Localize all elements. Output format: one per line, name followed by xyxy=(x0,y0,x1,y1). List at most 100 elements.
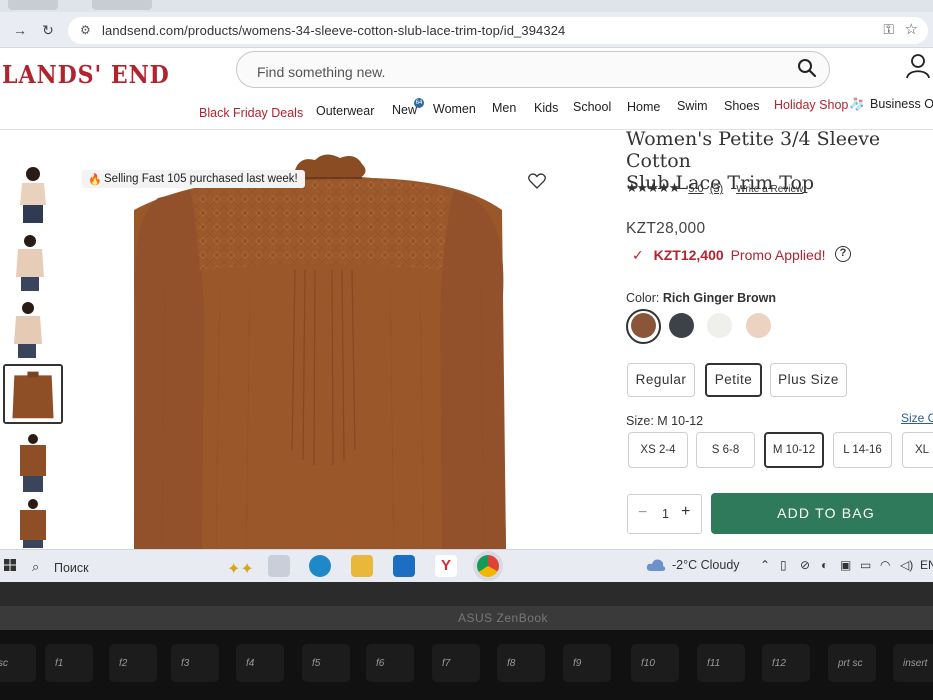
size-xs-button[interactable]: XS 2-4 xyxy=(628,432,688,468)
laptop-screen: → ↻ ⚙ landsend.com/products/womens-34-sl… xyxy=(0,0,933,582)
key-f1: f1 xyxy=(45,644,93,682)
cloud-icon xyxy=(646,559,666,571)
swatch-navy[interactable] xyxy=(669,313,694,338)
nav-item-holiday-shop[interactable]: Holiday Shop xyxy=(774,98,848,112)
weather-text[interactable]: -2°C Cloudy xyxy=(672,558,740,572)
size-xl-button[interactable]: XL xyxy=(902,432,933,468)
color-label-prefix: Color: xyxy=(626,291,660,305)
thumbnail-6[interactable] xyxy=(0,498,60,548)
key-f8: f8 xyxy=(497,644,545,682)
main-product-image[interactable] xyxy=(70,150,580,550)
browser-tab-strip xyxy=(0,0,933,12)
nav-item-swim[interactable]: Swim xyxy=(677,99,708,113)
nav-item-men[interactable]: Men xyxy=(492,101,516,115)
wishlist-heart-icon[interactable] xyxy=(528,173,546,189)
chrome-icon[interactable] xyxy=(477,555,499,577)
password-key-icon[interactable]: ⚿ xyxy=(883,21,894,38)
forward-arrow-icon[interactable]: → xyxy=(12,22,28,38)
thumbnail-1[interactable] xyxy=(0,163,60,223)
key-f10: f10 xyxy=(631,644,679,682)
sparkle-icon[interactable]: ✦✦ xyxy=(227,559,254,579)
tray-mute-icon[interactable]: ⊘ xyxy=(800,558,810,572)
site-info-icon[interactable]: ⚙ xyxy=(80,23,91,37)
quantity-value[interactable]: 1 xyxy=(662,507,669,521)
size-l-button[interactable]: L 14-16 xyxy=(833,432,892,468)
bookmark-star-icon[interactable]: ☆ xyxy=(905,20,918,38)
tray-app-icon[interactable]: ▣ xyxy=(840,558,851,572)
browser-tab[interactable] xyxy=(92,0,152,10)
taskbar-search[interactable]: ⌕ Поиск ✦✦ xyxy=(22,554,254,580)
thumbnail-3[interactable] xyxy=(0,298,60,358)
browser-address-bar: → ↻ ⚙ landsend.com/products/womens-34-sl… xyxy=(0,12,933,48)
key-f5: f5 xyxy=(302,644,350,682)
nav-item-home[interactable]: Home xyxy=(627,100,660,114)
nav-item-outerwear[interactable]: Outerwear xyxy=(316,104,374,118)
url-text[interactable]: landsend.com/products/womens-34-sleeve-c… xyxy=(102,23,565,38)
product-title-line-1: Women's Petite 3/4 Sleeve Cotton xyxy=(626,128,881,172)
wifi-icon[interactable]: ◠ xyxy=(880,558,890,572)
stocking-icon: 🧦 xyxy=(849,97,865,111)
yandex-icon[interactable]: Y xyxy=(435,555,457,577)
rating-value[interactable]: 5.0 xyxy=(688,183,703,195)
photo-of-laptop-screen: → ↻ ⚙ landsend.com/products/womens-34-sl… xyxy=(0,0,933,700)
taskbar-search-text[interactable]: Поиск xyxy=(54,561,89,575)
nav-item-black-friday[interactable]: Black Friday Deals xyxy=(199,106,303,120)
tray-device-icon[interactable]: ▯ xyxy=(780,558,787,572)
size-s-button[interactable]: S 6-8 xyxy=(696,432,755,468)
thumbnail-4-selected[interactable] xyxy=(3,364,63,424)
windows-start-icon[interactable] xyxy=(4,559,16,571)
battery-icon[interactable]: ▭ xyxy=(860,558,871,572)
promo-price: KZT12,400 xyxy=(653,247,724,263)
write-review-link[interactable]: Write a Review xyxy=(736,184,803,195)
account-icon[interactable] xyxy=(906,53,930,79)
swatch-blush[interactable] xyxy=(746,313,771,338)
size-chart-link[interactable]: Size C xyxy=(901,411,933,425)
size-label-prefix: Size: xyxy=(626,414,654,428)
new-count-badge: 64 xyxy=(414,98,424,108)
size-m-button[interactable]: M 10-12 xyxy=(764,432,824,468)
fit-petite-button[interactable]: Petite xyxy=(705,363,762,397)
promo-price-row: ✓ KZT12,400 Promo Applied! xyxy=(632,247,826,264)
swatch-ivory[interactable] xyxy=(707,313,732,338)
nav-item-women[interactable]: Women xyxy=(433,102,476,116)
key-f7: f7 xyxy=(432,644,480,682)
nav-item-business[interactable]: Business Ou xyxy=(870,97,933,111)
fit-regular-button[interactable]: Regular xyxy=(627,363,695,397)
nav-item-school[interactable]: School xyxy=(573,100,611,114)
swatch-rich-ginger-brown[interactable] xyxy=(631,313,656,338)
thumbnail-2[interactable] xyxy=(0,231,60,291)
volume-icon[interactable]: ◁) xyxy=(900,558,913,572)
nav-item-shoes[interactable]: Shoes xyxy=(724,99,759,113)
minus-icon[interactable]: − xyxy=(638,504,647,522)
outlook-icon[interactable] xyxy=(393,555,415,577)
nav-item-kids[interactable]: Kids xyxy=(534,101,558,115)
key-esc: sc xyxy=(0,644,36,682)
chevron-up-icon[interactable]: ⌃ xyxy=(760,558,770,572)
task-view-icon[interactable] xyxy=(268,555,290,577)
search-placeholder[interactable]: Find something new. xyxy=(257,64,385,80)
tray-app-icon[interactable]: ◐ xyxy=(821,558,828,572)
star-rating-icon: ★★★★★ xyxy=(626,180,680,195)
selling-fast-text: Selling Fast 105 purchased last week! xyxy=(104,173,298,185)
key-f12: f12 xyxy=(762,644,810,682)
language-indicator[interactable]: EN xyxy=(920,558,933,572)
key-prt-sc: prt sc xyxy=(828,644,876,682)
reload-icon[interactable]: ↻ xyxy=(40,22,56,38)
nav-item-new[interactable]: New xyxy=(392,103,417,117)
file-explorer-icon[interactable] xyxy=(351,555,373,577)
color-value: Rich Ginger Brown xyxy=(662,291,777,305)
help-icon[interactable]: ? xyxy=(835,246,851,262)
lands-end-logo[interactable]: LANDS' END xyxy=(2,60,170,89)
edge-icon[interactable] xyxy=(309,555,331,577)
rating-row: ★★★★★ 5.0 (3) Write a Review xyxy=(626,180,803,196)
url-box[interactable]: ⚙ landsend.com/products/womens-34-sleeve… xyxy=(68,17,928,44)
search-icon[interactable] xyxy=(797,58,817,78)
size-value: M 10-12 xyxy=(657,414,704,428)
thumbnail-5[interactable] xyxy=(0,432,60,492)
fit-plus-size-button[interactable]: Plus Size xyxy=(770,363,847,397)
review-count[interactable]: (3) xyxy=(710,183,723,195)
site-search-box[interactable]: Find something new. xyxy=(236,51,830,88)
plus-icon[interactable]: + xyxy=(681,503,690,521)
add-to-bag-button[interactable]: ADD TO BAG xyxy=(711,493,933,534)
browser-tab[interactable] xyxy=(8,0,58,10)
